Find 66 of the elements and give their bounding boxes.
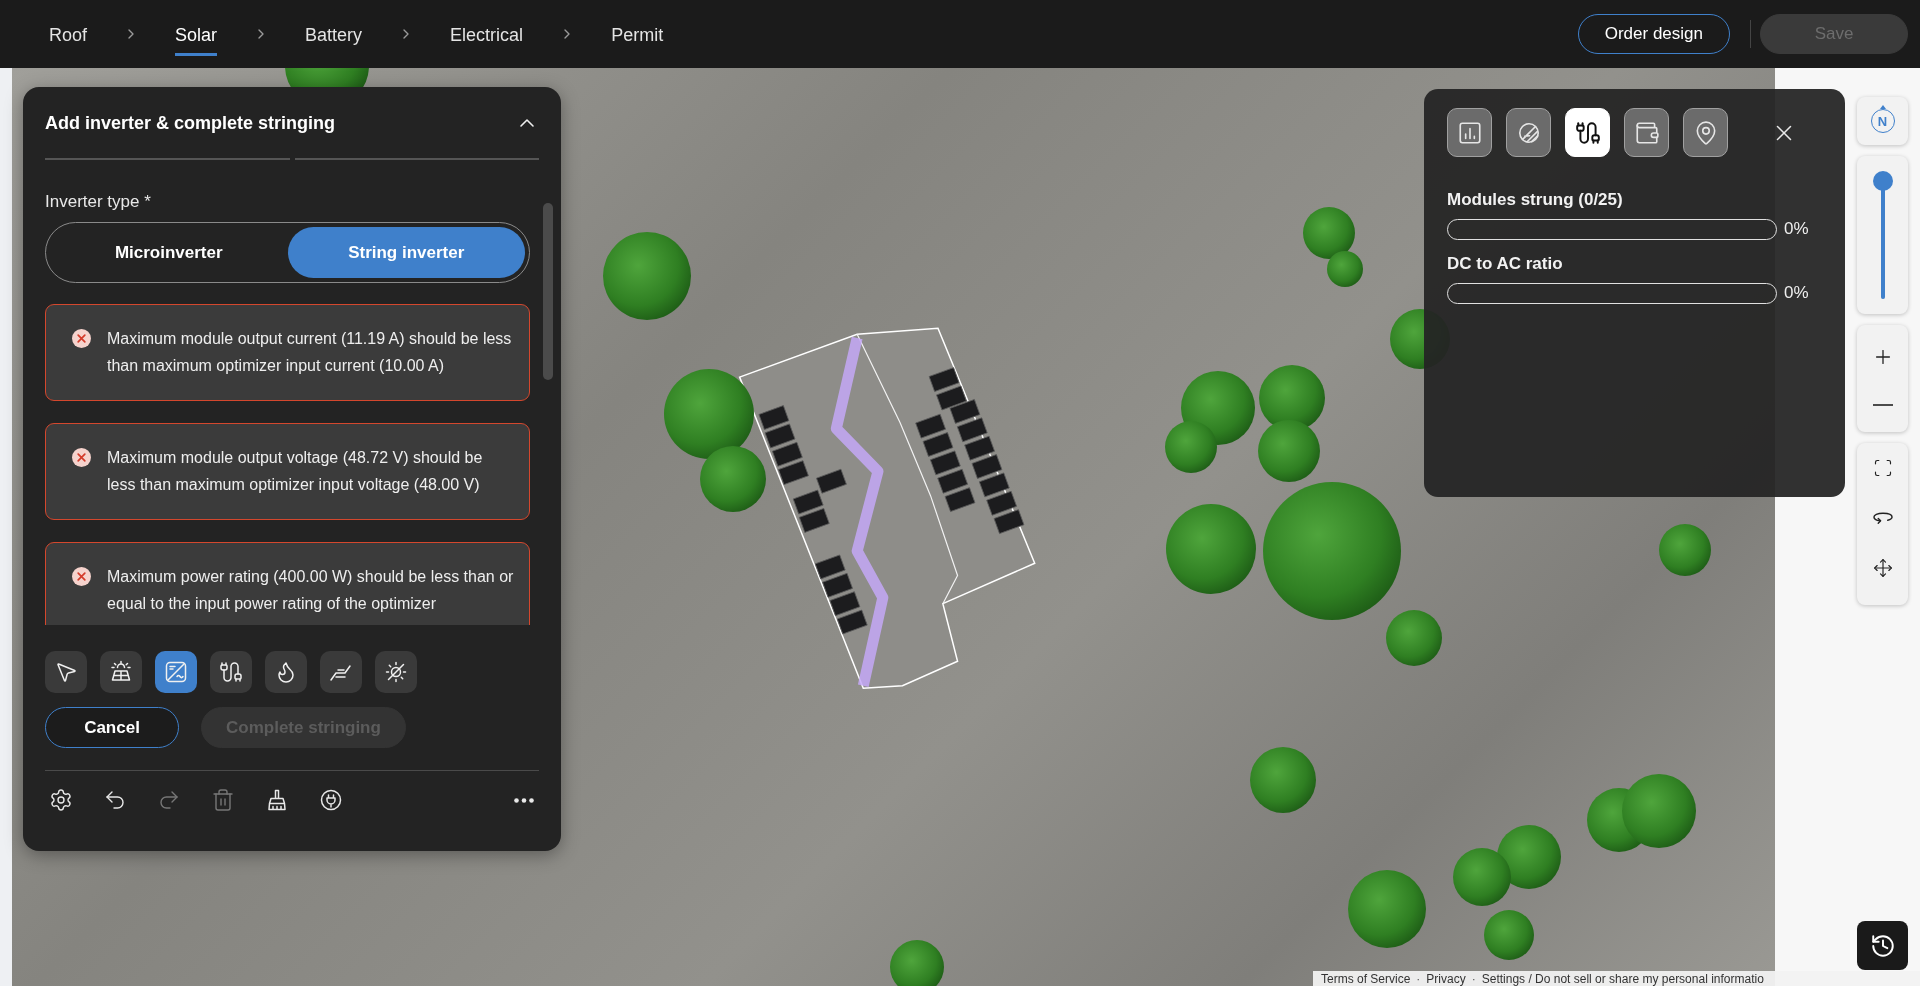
step-tab[interactable]: Permit — [611, 12, 664, 56]
link-separator: · — [1471, 971, 1476, 986]
stats-tab[interactable] — [1624, 108, 1669, 157]
footer-link[interactable]: Settings / Do not sell or share my personal informatio — [1481, 971, 1764, 986]
metric-label: DC to AC ratio — [1447, 253, 1564, 275]
stats-tab[interactable] — [1447, 108, 1492, 157]
error-message: Maximum module output voltage (48.72 V) should be less than maximum optimizer input voltage (48.00 V) — [107, 448, 484, 495]
solar-panel-icon — [109, 660, 133, 684]
field-label: Inverter type * — [45, 191, 152, 213]
tree-marker — [890, 940, 944, 986]
panel-title: Add inverter & complete stringing — [45, 112, 336, 135]
history-button[interactable] — [1857, 921, 1908, 970]
tool-button[interactable] — [265, 651, 307, 693]
tool-button[interactable] — [210, 651, 252, 693]
tree-marker — [700, 446, 766, 512]
zoom-slider-thumb[interactable] — [1872, 171, 1893, 191]
wallet-icon — [1633, 119, 1660, 146]
tree-marker — [1453, 848, 1511, 906]
error-icon — [72, 567, 91, 586]
settings-icon — [49, 788, 73, 812]
inverter-icon — [164, 660, 188, 684]
step-tab[interactable]: Solar — [175, 12, 218, 56]
scrollbar-thumb[interactable] — [543, 203, 553, 380]
compass-button[interactable]: N — [1857, 97, 1908, 145]
tree-marker — [1497, 825, 1561, 889]
stats-tab[interactable] — [1506, 108, 1551, 157]
metric-reading: 0% — [1784, 218, 1809, 240]
metric-reading: 0% — [1784, 282, 1809, 304]
fit-screen-icon — [1872, 458, 1893, 478]
toggle-option[interactable]: String inverter — [287, 227, 525, 278]
cursor-icon — [54, 660, 78, 684]
stats-tab[interactable] — [1683, 108, 1728, 157]
cable-icon — [219, 660, 243, 684]
cancel-button[interactable]: Cancel — [45, 707, 179, 748]
error-icon — [72, 329, 91, 348]
error-icon — [72, 448, 91, 467]
footer-link[interactable]: Terms of Service — [1321, 971, 1411, 986]
step-tab[interactable]: Battery — [305, 12, 363, 56]
tool-button[interactable] — [45, 651, 87, 693]
minus-icon — [1872, 404, 1893, 406]
error-message: Maximum module output current (11.19 A) should be less than maximum optimizer input current (10.00 A) — [107, 329, 513, 376]
footer-link[interactable]: Privacy — [1426, 971, 1466, 986]
toggle-option[interactable]: Microinverter — [50, 227, 288, 278]
tree-marker — [1484, 910, 1534, 960]
tool-button[interactable] — [375, 651, 417, 693]
tree-marker — [1165, 421, 1217, 473]
link-separator: · — [1416, 971, 1421, 986]
brush-icon — [265, 788, 289, 812]
tool-button[interactable] — [100, 651, 142, 693]
step-tab[interactable]: Electrical — [450, 12, 524, 56]
plug-icon — [319, 788, 343, 812]
cable-icon — [1574, 119, 1601, 146]
rotate-icon — [1872, 511, 1893, 525]
history-icon — [1869, 932, 1896, 959]
bar-chart-icon — [1456, 119, 1483, 146]
trash-icon — [211, 788, 235, 812]
tree-marker — [1250, 747, 1316, 813]
sun-slash-icon — [384, 660, 408, 684]
tool-button[interactable] — [155, 651, 197, 693]
step-tab[interactable]: Roof — [49, 12, 88, 56]
more-icon — [514, 797, 534, 803]
error-message: Maximum power rating (400.00 W) should be less than or equal to the input power rating of the optimizer — [107, 567, 515, 614]
tree-marker — [1659, 524, 1711, 576]
tool-button[interactable] — [320, 651, 362, 693]
move-icon — [1872, 558, 1893, 578]
metric-label: Modules strung (0/25) — [1447, 189, 1624, 211]
